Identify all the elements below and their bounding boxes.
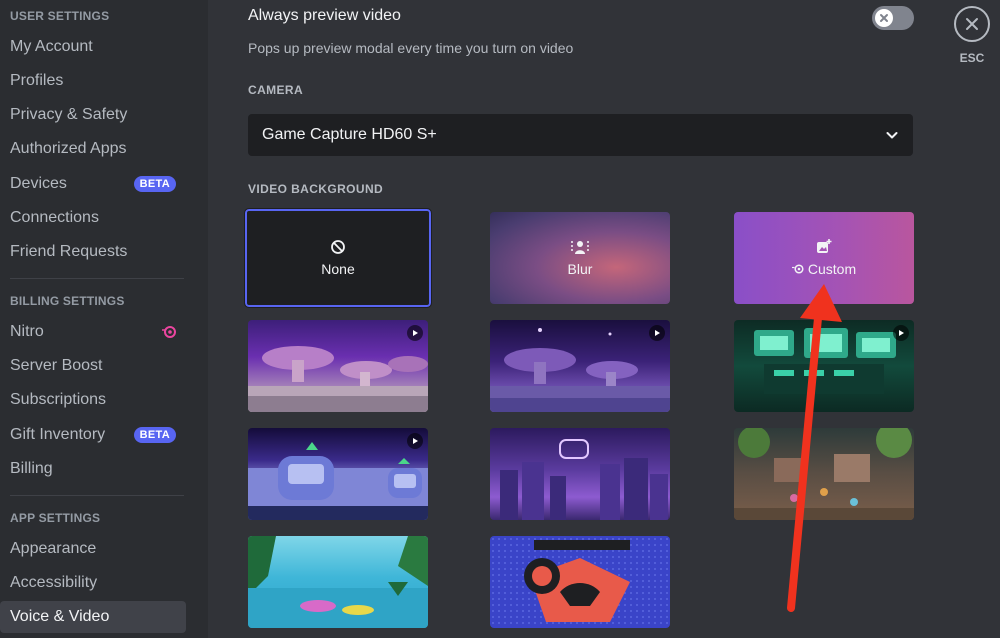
sidebar-item-label: Voice & Video [10, 608, 110, 625]
sidebar-item-privacy-safety[interactable]: Privacy & Safety [0, 99, 186, 131]
sidebar-item-profiles[interactable]: Profiles [0, 65, 186, 97]
play-icon [893, 325, 909, 341]
sidebar-item-label: Profiles [10, 72, 64, 89]
preset-thumbnail [490, 328, 670, 412]
play-icon [407, 433, 423, 449]
sidebar-item-label: Friend Requests [10, 243, 128, 260]
background-custom-label: Custom [807, 261, 857, 277]
sidebar-item-label: Authorized Apps [10, 140, 127, 157]
play-icon [649, 325, 665, 341]
sidebar-item-label: Devices [10, 175, 67, 192]
background-blur-option[interactable]: Blur [490, 212, 670, 304]
settings-sidebar: User Settings My Account Profiles Privac… [0, 0, 208, 638]
beta-badge: BETA [133, 427, 176, 443]
background-preset-plaza[interactable] [734, 428, 914, 520]
blur-icon [571, 241, 589, 254]
background-none-option[interactable]: None [244, 208, 432, 308]
preset-thumbnail [248, 346, 428, 412]
sidebar-item-my-account[interactable]: My Account [0, 31, 186, 63]
preset-thumbnail [490, 536, 670, 628]
background-custom-option[interactable]: Custom [734, 212, 914, 304]
sidebar-item-label: My Account [10, 38, 93, 55]
sidebar-item-voice-video[interactable]: Voice & Video [0, 601, 186, 633]
preset-thumbnail [248, 536, 428, 628]
toggle-knob [875, 9, 893, 27]
sidebar-item-label: Appearance [10, 540, 97, 557]
background-preset-beach[interactable] [248, 536, 428, 628]
user-settings-heading: User Settings [10, 9, 110, 23]
background-blur-label: Blur [567, 261, 593, 277]
voice-video-panel: Always preview video Pops up preview mod… [208, 0, 1000, 638]
sidebar-item-subscriptions[interactable]: Subscriptions [0, 384, 186, 416]
sidebar-item-friend-requests[interactable]: Friend Requests [0, 236, 186, 268]
close-icon [966, 18, 978, 30]
camera-select-value: Game Capture HD60 S+ [262, 126, 437, 143]
background-preset-desktop[interactable] [490, 536, 670, 628]
sidebar-item-label: Billing [10, 460, 53, 477]
sidebar-item-gift-inventory[interactable]: Gift Inventory BETA [0, 419, 186, 451]
sidebar-item-appearance[interactable]: Appearance [0, 533, 186, 565]
sidebar-item-label: Privacy & Safety [10, 106, 128, 123]
sidebar-item-nitro[interactable]: Nitro [0, 316, 186, 348]
nitro-icon [791, 264, 804, 274]
sidebar-item-label: Gift Inventory [10, 426, 106, 443]
sidebar-item-server-boost[interactable]: Server Boost [0, 350, 186, 382]
sidebar-item-accessibility[interactable]: Accessibility [0, 567, 186, 599]
preset-thumbnail [500, 439, 668, 520]
camera-heading: Camera [248, 83, 304, 97]
video-background-heading: Video Background [248, 182, 384, 196]
background-preset-snow-bots[interactable] [248, 428, 428, 520]
sidebar-item-devices[interactable]: Devices BETA [0, 168, 186, 200]
sidebar-item-label: Server Boost [10, 357, 103, 374]
nitro-icon [162, 326, 176, 338]
sidebar-divider [10, 278, 184, 279]
sidebar-item-label: Nitro [10, 323, 44, 340]
add-image-icon [817, 239, 832, 253]
close-icon [880, 14, 888, 22]
background-custom-label-wrap: Custom [791, 261, 857, 277]
always-preview-title: Always preview video [248, 7, 401, 24]
beta-badge: BETA [133, 176, 176, 192]
ban-icon [331, 240, 345, 254]
background-none-label: None [321, 261, 355, 277]
billing-settings-heading: Billing Settings [10, 294, 125, 308]
preset-thumbnail [754, 328, 896, 394]
app-settings-heading: App Settings [10, 511, 101, 525]
sidebar-item-label: Accessibility [10, 574, 98, 591]
background-preset-arcade[interactable] [734, 320, 914, 412]
preset-thumbnail [248, 442, 428, 520]
sidebar-item-billing[interactable]: Billing [0, 453, 186, 485]
play-icon [407, 325, 423, 341]
sidebar-item-connections[interactable]: Connections [0, 202, 186, 234]
close-settings-button[interactable] [954, 6, 990, 42]
esc-label: ESC [959, 51, 985, 65]
sidebar-item-authorized-apps[interactable]: Authorized Apps [0, 133, 186, 165]
sidebar-item-label: Connections [10, 209, 99, 226]
background-preset-neon-city[interactable] [490, 428, 670, 520]
sidebar-divider [10, 495, 184, 496]
always-preview-toggle[interactable] [872, 6, 914, 30]
background-preset-mushroom-night[interactable] [490, 320, 670, 412]
camera-select[interactable]: Game Capture HD60 S+ [248, 114, 913, 156]
background-preset-mushroom-day[interactable] [248, 320, 428, 412]
always-preview-description: Pops up preview modal every time you tur… [248, 40, 574, 56]
preset-thumbnail [734, 428, 914, 520]
sidebar-item-label: Subscriptions [10, 391, 107, 408]
chevron-down-icon [886, 132, 898, 139]
